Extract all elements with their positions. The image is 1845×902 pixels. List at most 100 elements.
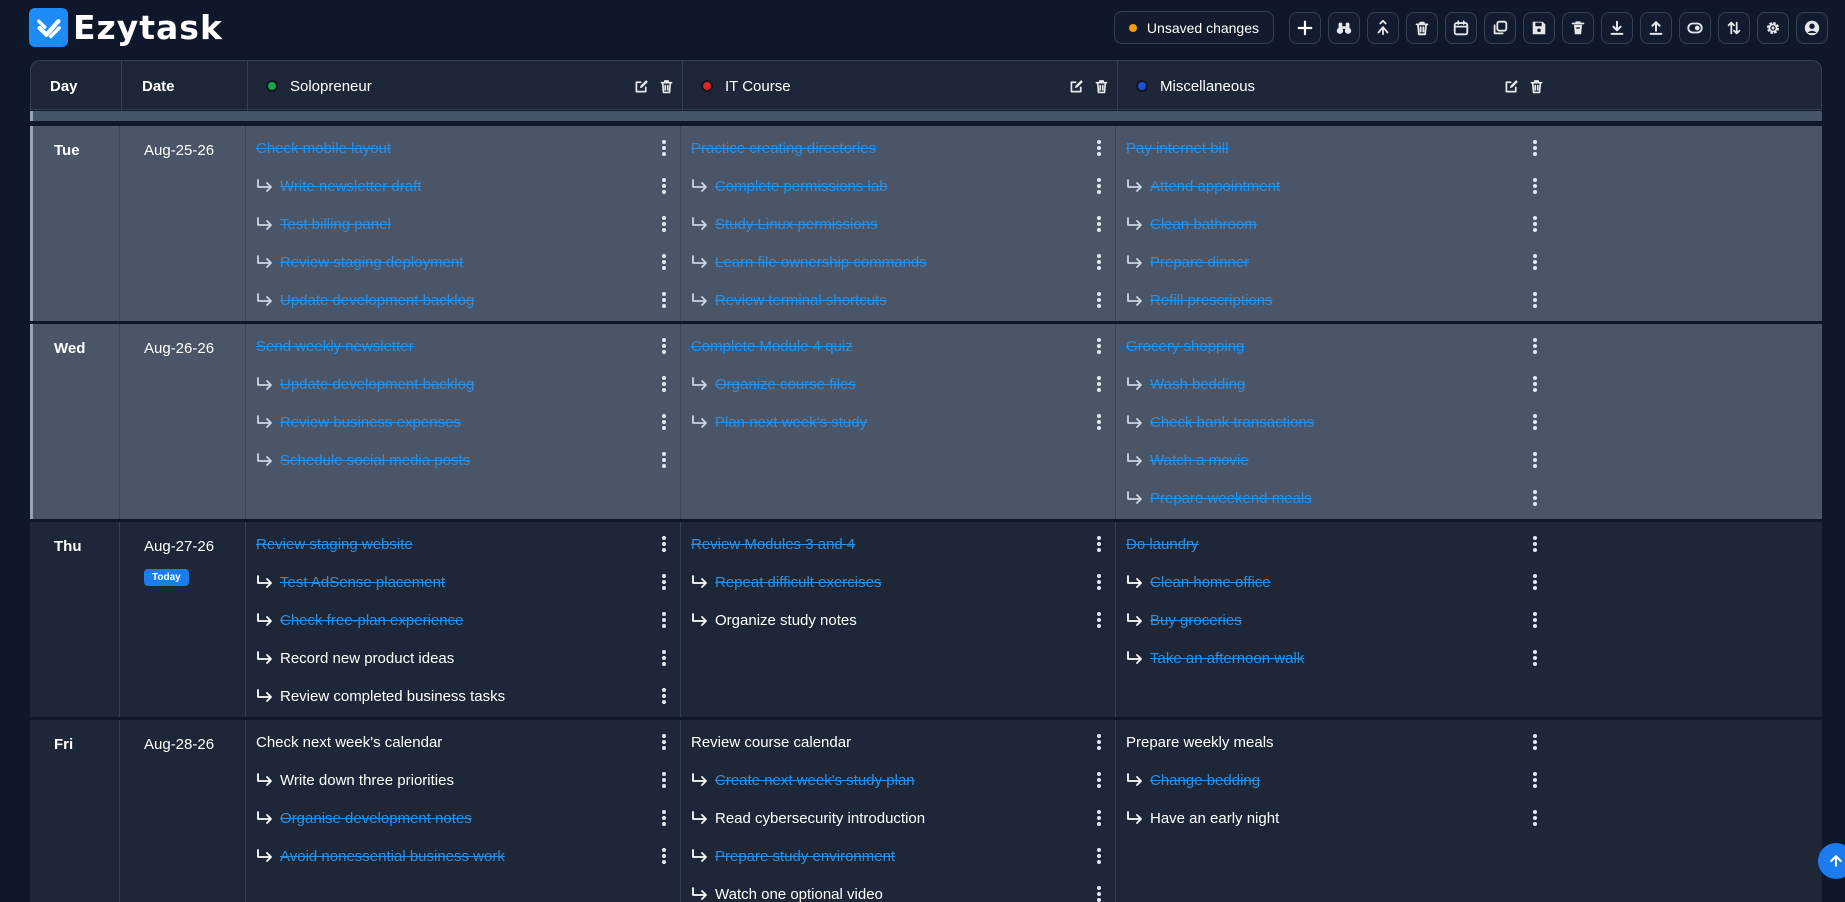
subtask-item[interactable]: Organize course files xyxy=(691,368,1115,400)
task-text[interactable]: Test AdSense placement xyxy=(280,574,445,591)
toggle-button[interactable] xyxy=(1679,11,1711,44)
task-text[interactable]: Schedule social media posts xyxy=(280,452,470,469)
task-text[interactable]: Change bedding xyxy=(1150,772,1260,789)
more-vertical-icon[interactable] xyxy=(1532,490,1538,506)
task-text[interactable]: Review completed business tasks xyxy=(280,688,505,705)
task-text[interactable]: Complete Module 4 quiz xyxy=(691,338,853,355)
task-text[interactable]: Pay internet bill xyxy=(1126,140,1229,157)
task-text[interactable]: Clean home office xyxy=(1150,574,1271,591)
subtask-item[interactable]: Test billing panel xyxy=(256,208,680,240)
task-text[interactable]: Review course calendar xyxy=(691,734,851,751)
subtask-item[interactable]: Prepare study environment xyxy=(691,840,1115,872)
more-vertical-icon[interactable] xyxy=(661,810,667,826)
subtask-item[interactable]: Record new product ideas xyxy=(256,642,680,674)
subtask-item[interactable]: Watch one optional video xyxy=(691,878,1115,902)
task-text[interactable]: Do laundry xyxy=(1126,536,1199,553)
task-item[interactable]: Practice creating directories xyxy=(691,132,1115,164)
subtask-item[interactable]: Write newsletter draft xyxy=(256,170,680,202)
more-vertical-icon[interactable] xyxy=(661,452,667,468)
task-text[interactable]: Organise development notes xyxy=(280,810,472,827)
task-text[interactable]: Prepare weekend meals xyxy=(1150,490,1312,507)
binoculars-button[interactable] xyxy=(1328,11,1360,44)
task-text[interactable]: Check bank transactions xyxy=(1150,414,1314,431)
subtask-item[interactable]: Complete permissions lab xyxy=(691,170,1115,202)
more-vertical-icon[interactable] xyxy=(1532,772,1538,788)
task-text[interactable]: Update development backlog xyxy=(280,376,474,393)
more-vertical-icon[interactable] xyxy=(1532,178,1538,194)
subtask-item[interactable]: Prepare dinner xyxy=(1126,246,1551,278)
more-vertical-icon[interactable] xyxy=(1532,414,1538,430)
delete-icon[interactable] xyxy=(1093,78,1110,95)
task-text[interactable]: Clean bathroom xyxy=(1150,216,1257,233)
task-item[interactable]: Do laundry xyxy=(1126,528,1551,560)
task-text[interactable]: Watch a movie xyxy=(1150,452,1249,469)
subtask-item[interactable]: Review staging deployment xyxy=(256,246,680,278)
sort-button[interactable] xyxy=(1718,11,1750,44)
more-vertical-icon[interactable] xyxy=(1096,338,1102,354)
task-item[interactable]: Review course calendar xyxy=(691,726,1115,758)
task-text[interactable]: Prepare study environment xyxy=(715,848,895,865)
task-text[interactable]: Organize course files xyxy=(715,376,856,393)
edit-icon[interactable] xyxy=(1068,78,1085,95)
task-text[interactable]: Organize study notes xyxy=(715,612,857,629)
subtask-item[interactable]: Check bank transactions xyxy=(1126,406,1551,438)
task-text[interactable]: Study Linux permissions xyxy=(715,216,878,233)
task-item[interactable]: Review staging website xyxy=(256,528,680,560)
app-logo[interactable]: Ezytask xyxy=(29,8,223,47)
subtask-item[interactable]: Prepare weekend meals xyxy=(1126,482,1551,514)
task-text[interactable]: Review terminal shortcuts xyxy=(715,292,887,309)
more-vertical-icon[interactable] xyxy=(1096,574,1102,590)
subtask-item[interactable]: Schedule social media posts xyxy=(256,444,680,476)
task-item[interactable]: Check next week's calendar xyxy=(256,726,680,758)
subtask-item[interactable]: Organise development notes xyxy=(256,802,680,834)
subtask-item[interactable]: Refill prescriptions xyxy=(1126,284,1551,316)
subtask-item[interactable]: Learn file ownership commands xyxy=(691,246,1115,278)
edit-icon[interactable] xyxy=(633,78,650,95)
task-text[interactable]: Read cybersecurity introduction xyxy=(715,810,925,827)
calendar-button[interactable] xyxy=(1445,11,1477,44)
delete-icon[interactable] xyxy=(1528,78,1545,95)
task-text[interactable]: Write newsletter draft xyxy=(280,178,421,195)
delete-icon[interactable] xyxy=(658,78,675,95)
task-text[interactable]: Learn file ownership commands xyxy=(715,254,927,271)
more-vertical-icon[interactable] xyxy=(1532,536,1538,552)
more-vertical-icon[interactable] xyxy=(1532,574,1538,590)
more-vertical-icon[interactable] xyxy=(661,338,667,354)
more-vertical-icon[interactable] xyxy=(1532,452,1538,468)
task-text[interactable]: Send weekly newsletter xyxy=(256,338,414,355)
more-vertical-icon[interactable] xyxy=(661,650,667,666)
task-text[interactable]: Have an early night xyxy=(1150,810,1279,827)
more-vertical-icon[interactable] xyxy=(1532,650,1538,666)
more-vertical-icon[interactable] xyxy=(1096,536,1102,552)
task-item[interactable]: Send weekly newsletter xyxy=(256,330,680,362)
task-text[interactable]: Watch one optional video xyxy=(715,886,883,902)
task-text[interactable]: Update development backlog xyxy=(280,292,474,309)
more-vertical-icon[interactable] xyxy=(661,734,667,750)
task-text[interactable]: Plan next week's study xyxy=(715,414,867,431)
more-vertical-icon[interactable] xyxy=(1096,254,1102,270)
subtask-item[interactable]: Attend appointment xyxy=(1126,170,1551,202)
task-item[interactable]: Complete Module 4 quiz xyxy=(691,330,1115,362)
task-text[interactable]: Check free-plan experience xyxy=(280,612,463,629)
more-vertical-icon[interactable] xyxy=(1096,414,1102,430)
subtask-item[interactable]: Review business expenses xyxy=(256,406,680,438)
task-text[interactable]: Write down three priorities xyxy=(280,772,454,789)
task-item[interactable]: Prepare weekly meals xyxy=(1126,726,1551,758)
more-vertical-icon[interactable] xyxy=(661,254,667,270)
download-button[interactable] xyxy=(1601,11,1633,44)
task-text[interactable]: Test billing panel xyxy=(280,216,391,233)
more-vertical-icon[interactable] xyxy=(1096,810,1102,826)
more-vertical-icon[interactable] xyxy=(1096,734,1102,750)
subtask-item[interactable]: Write down three priorities xyxy=(256,764,680,796)
more-vertical-icon[interactable] xyxy=(1096,216,1102,232)
more-vertical-icon[interactable] xyxy=(1096,140,1102,156)
subtask-item[interactable]: Repeat difficult exercises xyxy=(691,566,1115,598)
edit-icon[interactable] xyxy=(1503,78,1520,95)
task-text[interactable]: Review staging website xyxy=(256,536,413,553)
more-vertical-icon[interactable] xyxy=(1096,886,1102,902)
task-text[interactable]: Review Modules 3 and 4 xyxy=(691,536,855,553)
gear-button[interactable] xyxy=(1757,11,1789,44)
subtask-item[interactable]: Take an afternoon walk xyxy=(1126,642,1551,674)
task-text[interactable]: Review staging deployment xyxy=(280,254,463,271)
task-text[interactable]: Avoid nonessential business work xyxy=(280,848,505,865)
